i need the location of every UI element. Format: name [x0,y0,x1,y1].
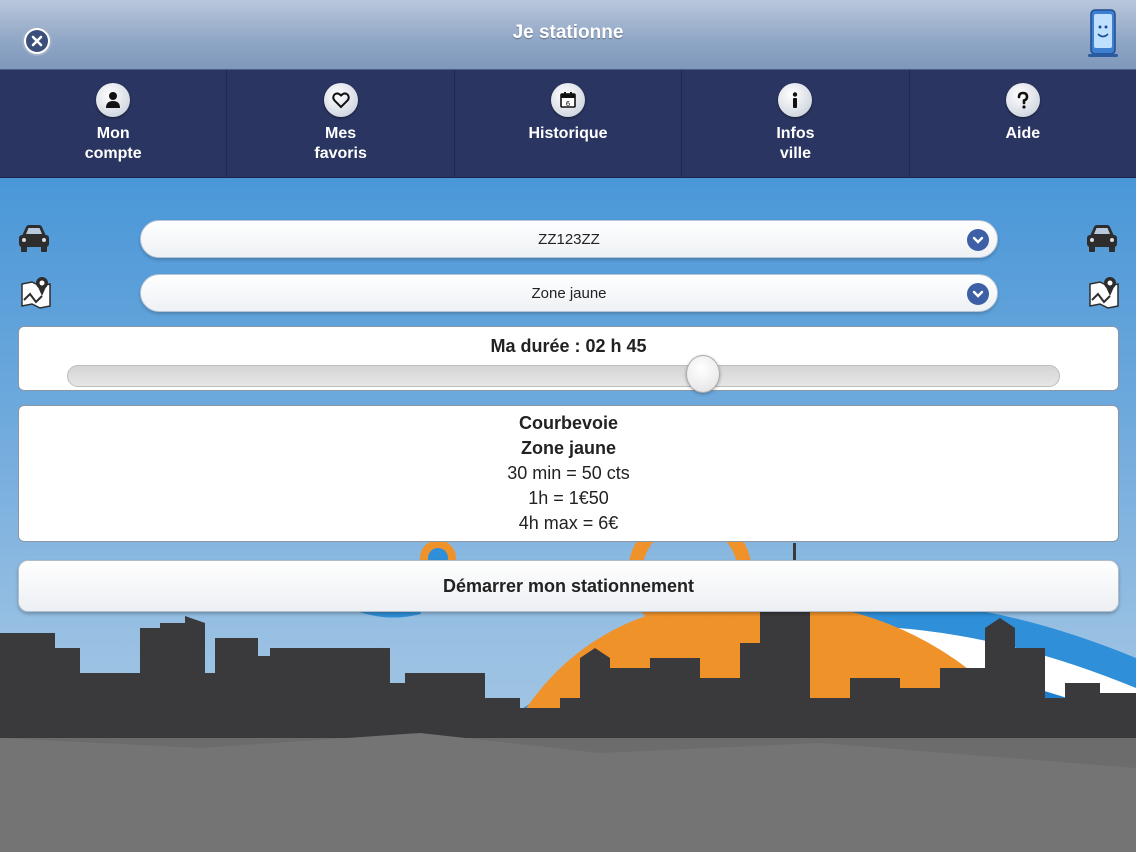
map-pin-icon [1089,277,1119,309]
page-title: Je stationne [512,22,624,43]
nav-label: Mes favoris [314,125,367,162]
nav-item-aide[interactable]: Aide [910,70,1136,177]
car-icon [1087,225,1117,252]
car-icon [19,225,49,252]
duration-slider-track[interactable] [67,365,1060,387]
duration-label: Ma durée : 02 h 45 [490,336,647,356]
start-parking-button[interactable]: Démarrer mon stationnement [18,560,1119,612]
info-icon [778,83,813,117]
nav-label: Infos ville [776,125,815,162]
rate-line: 1h = 1€50 [528,488,609,508]
help-icon [1005,83,1040,117]
map-pin-icon [21,277,51,309]
vehicle-select[interactable]: ZZ123ZZ [140,220,998,258]
nav-label: Mon compte [84,125,142,162]
svg-text:6: 6 [566,100,571,108]
user-icon [96,83,131,117]
zone-select[interactable]: Zone jaune [140,274,998,312]
nav-item-infos-ville[interactable]: Infos ville [682,70,910,177]
rate-line: 30 min = 50 cts [507,463,630,483]
city-name: Courbevoie [518,413,619,433]
nav-item-historique[interactable]: 6 Historique [455,70,683,177]
heart-icon [323,83,358,117]
nav-item-mon-compte[interactable]: Mon compte [0,70,228,177]
main-nav: Mon compte Mes favoris 6 Historique Infos v… [0,70,1136,178]
phone-icon[interactable] [1088,8,1118,58]
nav-item-mes-favoris[interactable]: Mes favoris [227,70,455,177]
nav-label: Aide [1005,125,1041,142]
zone-select-value: Zone jaune [531,284,607,302]
duration-slider-thumb[interactable] [685,355,720,393]
calendar-icon: 6 [551,83,586,117]
header-bar: Je stationne [0,0,1136,70]
zone-name: Zone jaune [520,438,616,458]
chevron-down-icon [967,229,989,251]
vehicle-select-value: ZZ123ZZ [538,230,600,248]
rate-line: 4h max = 6€ [518,513,619,533]
zone-info-panel: Courbevoie Zone jaune 30 min = 50 cts 1h… [18,405,1119,542]
chevron-down-icon [967,283,989,305]
duration-panel: Ma durée : 02 h 45 [18,326,1119,393]
nav-label: Historique [528,125,608,142]
